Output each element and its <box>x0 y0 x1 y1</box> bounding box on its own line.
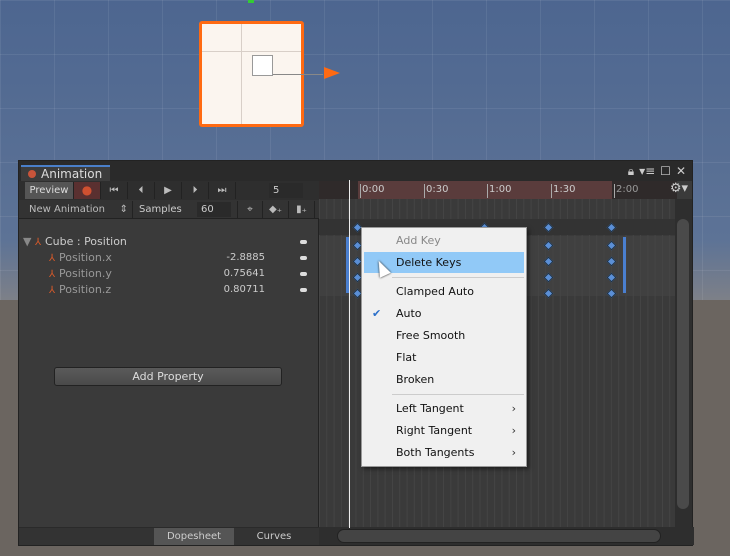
tab-bar: Animation 🔒︎ ▾≡ ☐ ✕ <box>19 161 692 182</box>
animation-window: Animation 🔒︎ ▾≡ ☐ ✕ Preview ● ⏮ ⏴ ▶ ⏵ ⏭ 5 N… <box>18 160 694 546</box>
samples-label: Samples <box>139 203 182 215</box>
checkmark-icon: ✔ <box>372 307 382 320</box>
property-name: Position.z <box>59 283 112 296</box>
property-row[interactable]: ⅄ Position.x -2.8885 <box>19 250 319 266</box>
transform-icon: ⅄ <box>34 237 42 248</box>
menu-item-both-tangents[interactable]: Both Tangents › <box>362 442 526 463</box>
property-group[interactable]: ▼ ⅄ Cube : Position <box>19 234 319 250</box>
y-axis-gizmo[interactable] <box>248 0 254 3</box>
add-keyframe-icon[interactable]: ◆₊ <box>263 200 289 218</box>
play-icon[interactable]: ▶ <box>155 182 182 199</box>
menu-item-flat[interactable]: Flat <box>362 347 526 368</box>
clip-dropdown[interactable]: New Animation ⇕ <box>19 200 133 218</box>
animation-icon <box>28 170 36 178</box>
transform-icon: ⅄ <box>49 285 56 296</box>
menu-item-add-key[interactable]: Add Key <box>362 230 526 251</box>
tab-curves[interactable]: Curves <box>234 528 314 545</box>
view-tabs: Dopesheet Curves <box>19 527 319 545</box>
chevron-right-icon: › <box>511 446 516 459</box>
timeline-ruler[interactable]: 0:00 0:30 1:00 1:30 2:00 <box>319 181 677 199</box>
ruler-label: 0:30 <box>424 184 448 198</box>
property-value[interactable]: 0.75641 <box>224 266 265 282</box>
property-name: Position.x <box>59 251 112 264</box>
menu-item-left-tangent[interactable]: Left Tangent › <box>362 398 526 419</box>
chevron-right-icon: › <box>511 402 516 415</box>
preview-button[interactable]: Preview <box>25 182 74 199</box>
property-panel: ▼ ⅄ Cube : Position ⅄ Position.x -2.8885 ⅄ P… <box>19 219 319 529</box>
property-row[interactable]: ⅄ Position.z 0.80711 <box>19 282 319 298</box>
ruler-label: 1:00 <box>487 184 511 198</box>
selection-right-handle[interactable] <box>623 237 626 293</box>
options-icon[interactable] <box>300 240 307 244</box>
ruler-label: 1:30 <box>551 184 575 198</box>
clip-toolbar: New Animation ⇕ Samples 60 ⌖ ◆₊ ▮₊ <box>19 200 319 219</box>
close-icon[interactable]: ✕ <box>676 164 686 179</box>
maximize-icon[interactable]: ☐ <box>660 164 671 179</box>
group-label: Cube : Position <box>44 235 127 248</box>
menu-icon[interactable]: ▾≡ <box>639 164 655 179</box>
crosshair-icon[interactable]: ⌖ <box>237 200 263 218</box>
animation-tab[interactable]: Animation <box>21 165 110 182</box>
menu-item-right-tangent[interactable]: Right Tangent › <box>362 420 526 441</box>
menu-item-auto[interactable]: ✔ Auto <box>362 303 526 324</box>
ruler-label: 0:00 <box>360 184 384 198</box>
options-icon[interactable] <box>300 256 307 260</box>
tab-dopesheet[interactable]: Dopesheet <box>154 528 234 545</box>
next-key-icon[interactable]: ⏵ <box>182 182 209 199</box>
first-key-icon[interactable]: ⏮ <box>101 182 128 199</box>
x-axis-arrow-icon[interactable] <box>324 67 340 79</box>
menu-item-free-smooth[interactable]: Free Smooth <box>362 325 526 346</box>
playback-toolbar: Preview ● ⏮ ⏴ ▶ ⏵ ⏭ 5 <box>19 181 319 200</box>
ruler-label: 2:00 <box>614 184 638 198</box>
clip-name: New Animation <box>29 203 105 215</box>
menu-item-broken[interactable]: Broken <box>362 369 526 390</box>
last-key-icon[interactable]: ⏭ <box>209 182 236 199</box>
add-property-button[interactable]: Add Property <box>54 367 282 386</box>
transform-icon: ⅄ <box>49 269 56 280</box>
options-icon[interactable] <box>300 288 307 292</box>
add-event-icon[interactable]: ▮₊ <box>289 200 315 218</box>
property-value[interactable]: -2.8885 <box>226 250 265 266</box>
samples-input[interactable]: 60 <box>197 201 231 217</box>
menu-item-clamped-auto[interactable]: Clamped Auto <box>362 281 526 302</box>
property-row[interactable]: ⅄ Position.y 0.75641 <box>19 266 319 282</box>
property-value[interactable]: 0.80711 <box>224 282 265 298</box>
expand-icon[interactable]: ▼ <box>23 235 31 248</box>
playhead[interactable] <box>349 180 350 528</box>
prev-key-icon[interactable]: ⏴ <box>128 182 155 199</box>
transform-icon: ⅄ <box>49 253 56 264</box>
tab-label: Animation <box>41 167 103 181</box>
horizontal-scrollbar[interactable] <box>319 527 694 545</box>
options-icon[interactable] <box>300 272 307 276</box>
cube-object[interactable] <box>199 21 323 127</box>
record-button[interactable]: ● <box>74 182 101 199</box>
chevron-right-icon: › <box>511 424 516 437</box>
property-name: Position.y <box>59 267 112 280</box>
vertical-scrollbar[interactable] <box>675 199 692 529</box>
frame-input[interactable]: 5 <box>269 183 303 198</box>
settings-gear-icon[interactable]: ⚙▾ <box>670 181 688 196</box>
lock-icon[interactable]: 🔒︎ <box>628 164 634 179</box>
